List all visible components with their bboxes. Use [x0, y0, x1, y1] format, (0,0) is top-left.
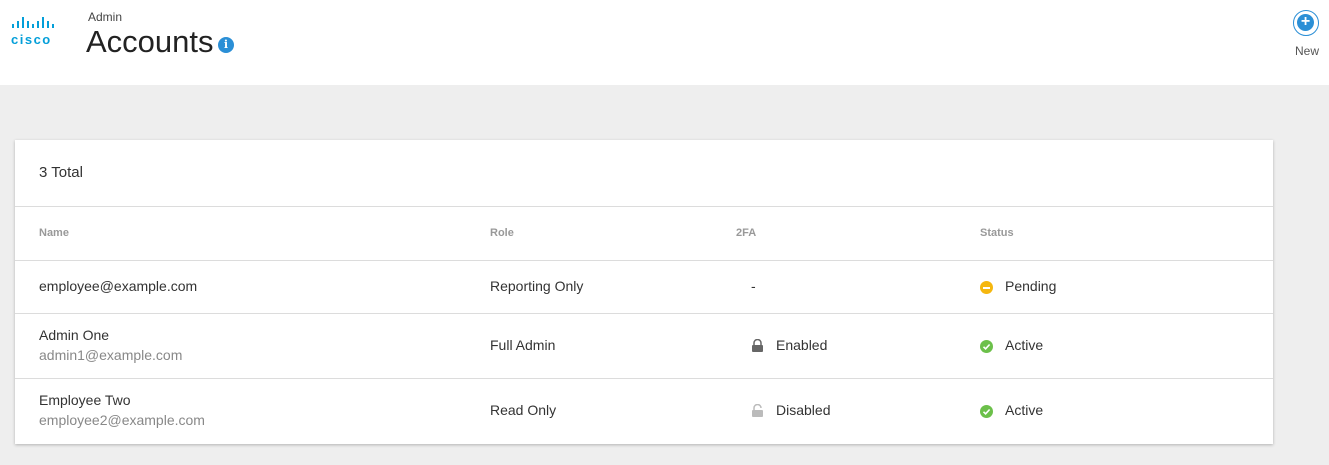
- row-role: Full Admin: [490, 337, 556, 353]
- row-2fa: -: [751, 278, 756, 294]
- table-row[interactable]: Admin One admin1@example.com Full Admin …: [15, 314, 1273, 378]
- page-title: Accounts: [86, 24, 214, 59]
- row-2fa: Enabled: [776, 337, 828, 353]
- row-email: admin1@example.com: [39, 347, 183, 363]
- table-row[interactable]: Employee Two employee2@example.com Read …: [15, 379, 1273, 443]
- column-header-role[interactable]: Role: [490, 227, 514, 239]
- new-button-label: New: [1294, 44, 1319, 58]
- pending-icon: [980, 281, 993, 294]
- row-status: Pending: [1005, 278, 1057, 294]
- row-2fa: Disabled: [776, 402, 831, 418]
- row-name: Employee Two: [39, 392, 131, 408]
- page-header: cisco Admin Accounts i + New: [0, 0, 1329, 85]
- logo-text: cisco: [11, 32, 52, 47]
- divider: [15, 206, 1273, 207]
- total-count: 3 Total: [39, 164, 83, 181]
- row-email: employee2@example.com: [39, 412, 205, 428]
- row-name: employee@example.com: [39, 278, 198, 294]
- column-header-2fa[interactable]: 2FA: [736, 227, 756, 239]
- row-role: Reporting Only: [490, 278, 584, 294]
- accounts-table-card: 3 Total Name Role 2FA Status employee@ex…: [15, 140, 1273, 444]
- info-icon[interactable]: i: [218, 37, 234, 53]
- new-account-button[interactable]: + New: [1289, 8, 1325, 60]
- lock-open-icon: [752, 404, 763, 417]
- column-header-name[interactable]: Name: [39, 227, 69, 239]
- check-icon: [980, 405, 993, 418]
- lock-closed-icon: [752, 339, 763, 352]
- row-role: Read Only: [490, 402, 557, 418]
- table-row[interactable]: employee@example.com Reporting Only - Pe…: [15, 261, 1273, 314]
- row-status: Active: [1005, 402, 1044, 418]
- plus-circle-icon: +: [1293, 10, 1319, 36]
- section-label: Admin: [88, 10, 123, 24]
- row-name: Admin One: [39, 327, 110, 343]
- cisco-logo: cisco: [11, 17, 67, 47]
- row-status: Active: [1005, 337, 1044, 353]
- column-header-status[interactable]: Status: [980, 227, 1014, 239]
- check-icon: [980, 340, 993, 353]
